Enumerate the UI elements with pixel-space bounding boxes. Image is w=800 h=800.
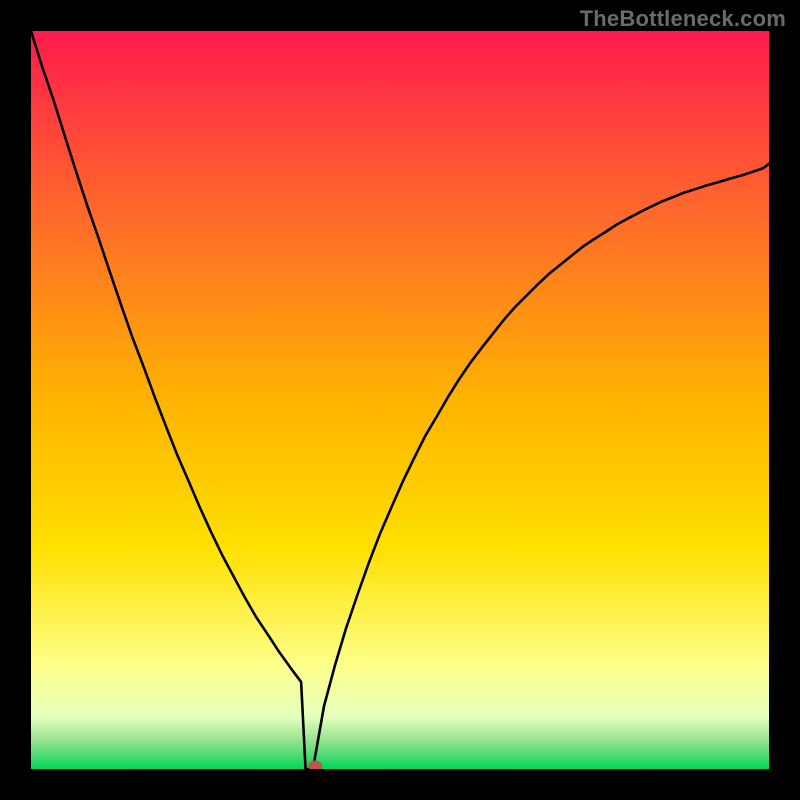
plot-area xyxy=(31,31,769,769)
gradient-background xyxy=(31,31,769,769)
watermark-label: TheBottleneck.com xyxy=(580,6,786,32)
chart-svg xyxy=(31,31,769,769)
chart-frame: TheBottleneck.com xyxy=(0,0,800,800)
